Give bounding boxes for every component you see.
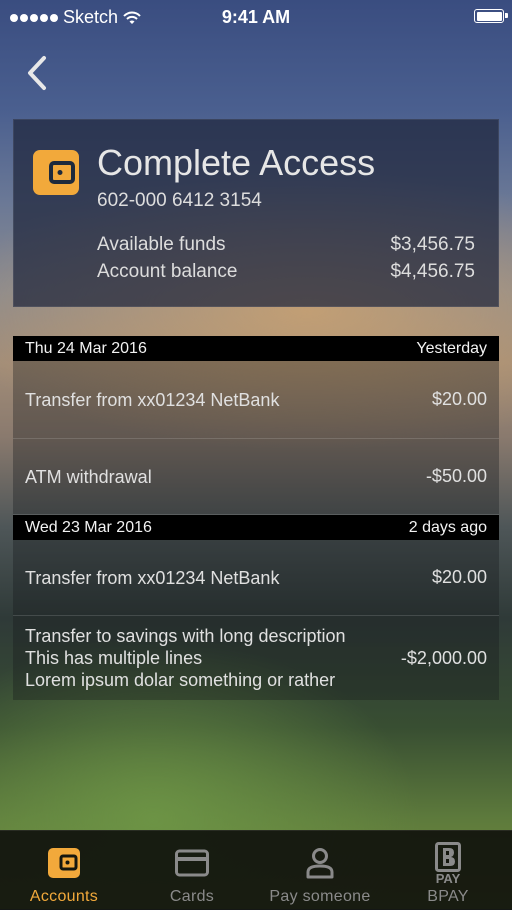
transaction-description: Transfer from xx01234 NetBank — [25, 567, 280, 588]
transaction-description: Transfer to savings with long descriptio… — [25, 625, 345, 691]
available-funds-label: Available funds — [97, 234, 226, 255]
transaction-list: Thu 24 Mar 2016 Yesterday Transfer from … — [13, 336, 499, 700]
tab-cards[interactable]: Cards — [128, 831, 256, 910]
transaction-description-line: Transfer to savings with long descriptio… — [25, 626, 346, 646]
account-number: 602-000 6412 3154 — [97, 190, 262, 211]
wallet-icon — [33, 150, 79, 195]
transaction-description-line: This has multiple lines — [25, 648, 203, 668]
back-button[interactable] — [22, 52, 56, 94]
chevron-left-icon — [28, 56, 46, 90]
battery-icon — [474, 9, 508, 23]
tab-bpay[interactable]: PAY BPAY — [384, 831, 512, 910]
account-summary-card: Complete Access 602-000 6412 3154 Availa… — [13, 119, 499, 307]
status-time: 9:41 AM — [221, 7, 291, 27]
wallet-icon — [48, 845, 80, 881]
transaction-row[interactable]: Transfer to savings with long descriptio… — [13, 616, 499, 700]
date-header: Wed 23 Mar 2016 2 days ago — [13, 515, 499, 540]
available-funds-value: $3,456.75 — [390, 234, 475, 255]
tab-label: Cards — [169, 888, 215, 905]
tab-label: BPAY — [427, 888, 469, 905]
account-balance-label: Account balance — [97, 261, 238, 282]
tab-pay-someone[interactable]: Pay someone — [256, 831, 384, 910]
account-balance-row: Account balance $4,456.75 — [97, 261, 475, 283]
tab-label: Accounts — [29, 888, 99, 905]
transaction-row[interactable]: Transfer from xx01234 NetBank $20.00 — [13, 540, 499, 616]
account-balance-value: $4,456.75 — [390, 261, 475, 282]
available-funds-row: Available funds $3,456.75 — [97, 234, 475, 256]
date-header-date: Wed 23 Mar 2016 — [25, 518, 152, 536]
transaction-amount: $20.00 — [431, 389, 487, 409]
date-header-relative: Yesterday — [416, 339, 487, 357]
transaction-row[interactable]: Transfer from xx01234 NetBank $20.00 — [13, 361, 499, 439]
date-header-relative: 2 days ago — [408, 518, 487, 536]
transaction-description-line: Lorem ipsum dolar something or rather — [25, 670, 336, 690]
bpay-icon: PAY — [435, 841, 461, 885]
bpay-icon-text: PAY — [435, 870, 461, 886]
tab-accounts[interactable]: Accounts — [0, 831, 128, 910]
transaction-amount: -$50.00 — [425, 466, 487, 486]
tab-label: Pay someone — [269, 888, 371, 905]
status-bar: Sketch 9:41 AM — [0, 0, 512, 40]
tab-bar: Accounts Cards Pay someone PAY BPAY — [0, 830, 512, 910]
transaction-row[interactable]: ATM withdrawal -$50.00 — [13, 439, 499, 515]
card-icon — [175, 845, 209, 881]
person-icon — [305, 845, 335, 881]
transaction-amount: -$2,000.00 — [400, 647, 487, 668]
account-name: Complete Access — [97, 142, 376, 183]
transaction-description: Transfer from xx01234 NetBank — [25, 389, 280, 410]
transaction-amount: $20.00 — [431, 567, 487, 587]
date-header: Thu 24 Mar 2016 Yesterday — [13, 336, 499, 361]
transaction-description: ATM withdrawal — [25, 466, 152, 487]
date-header-date: Thu 24 Mar 2016 — [25, 339, 147, 357]
